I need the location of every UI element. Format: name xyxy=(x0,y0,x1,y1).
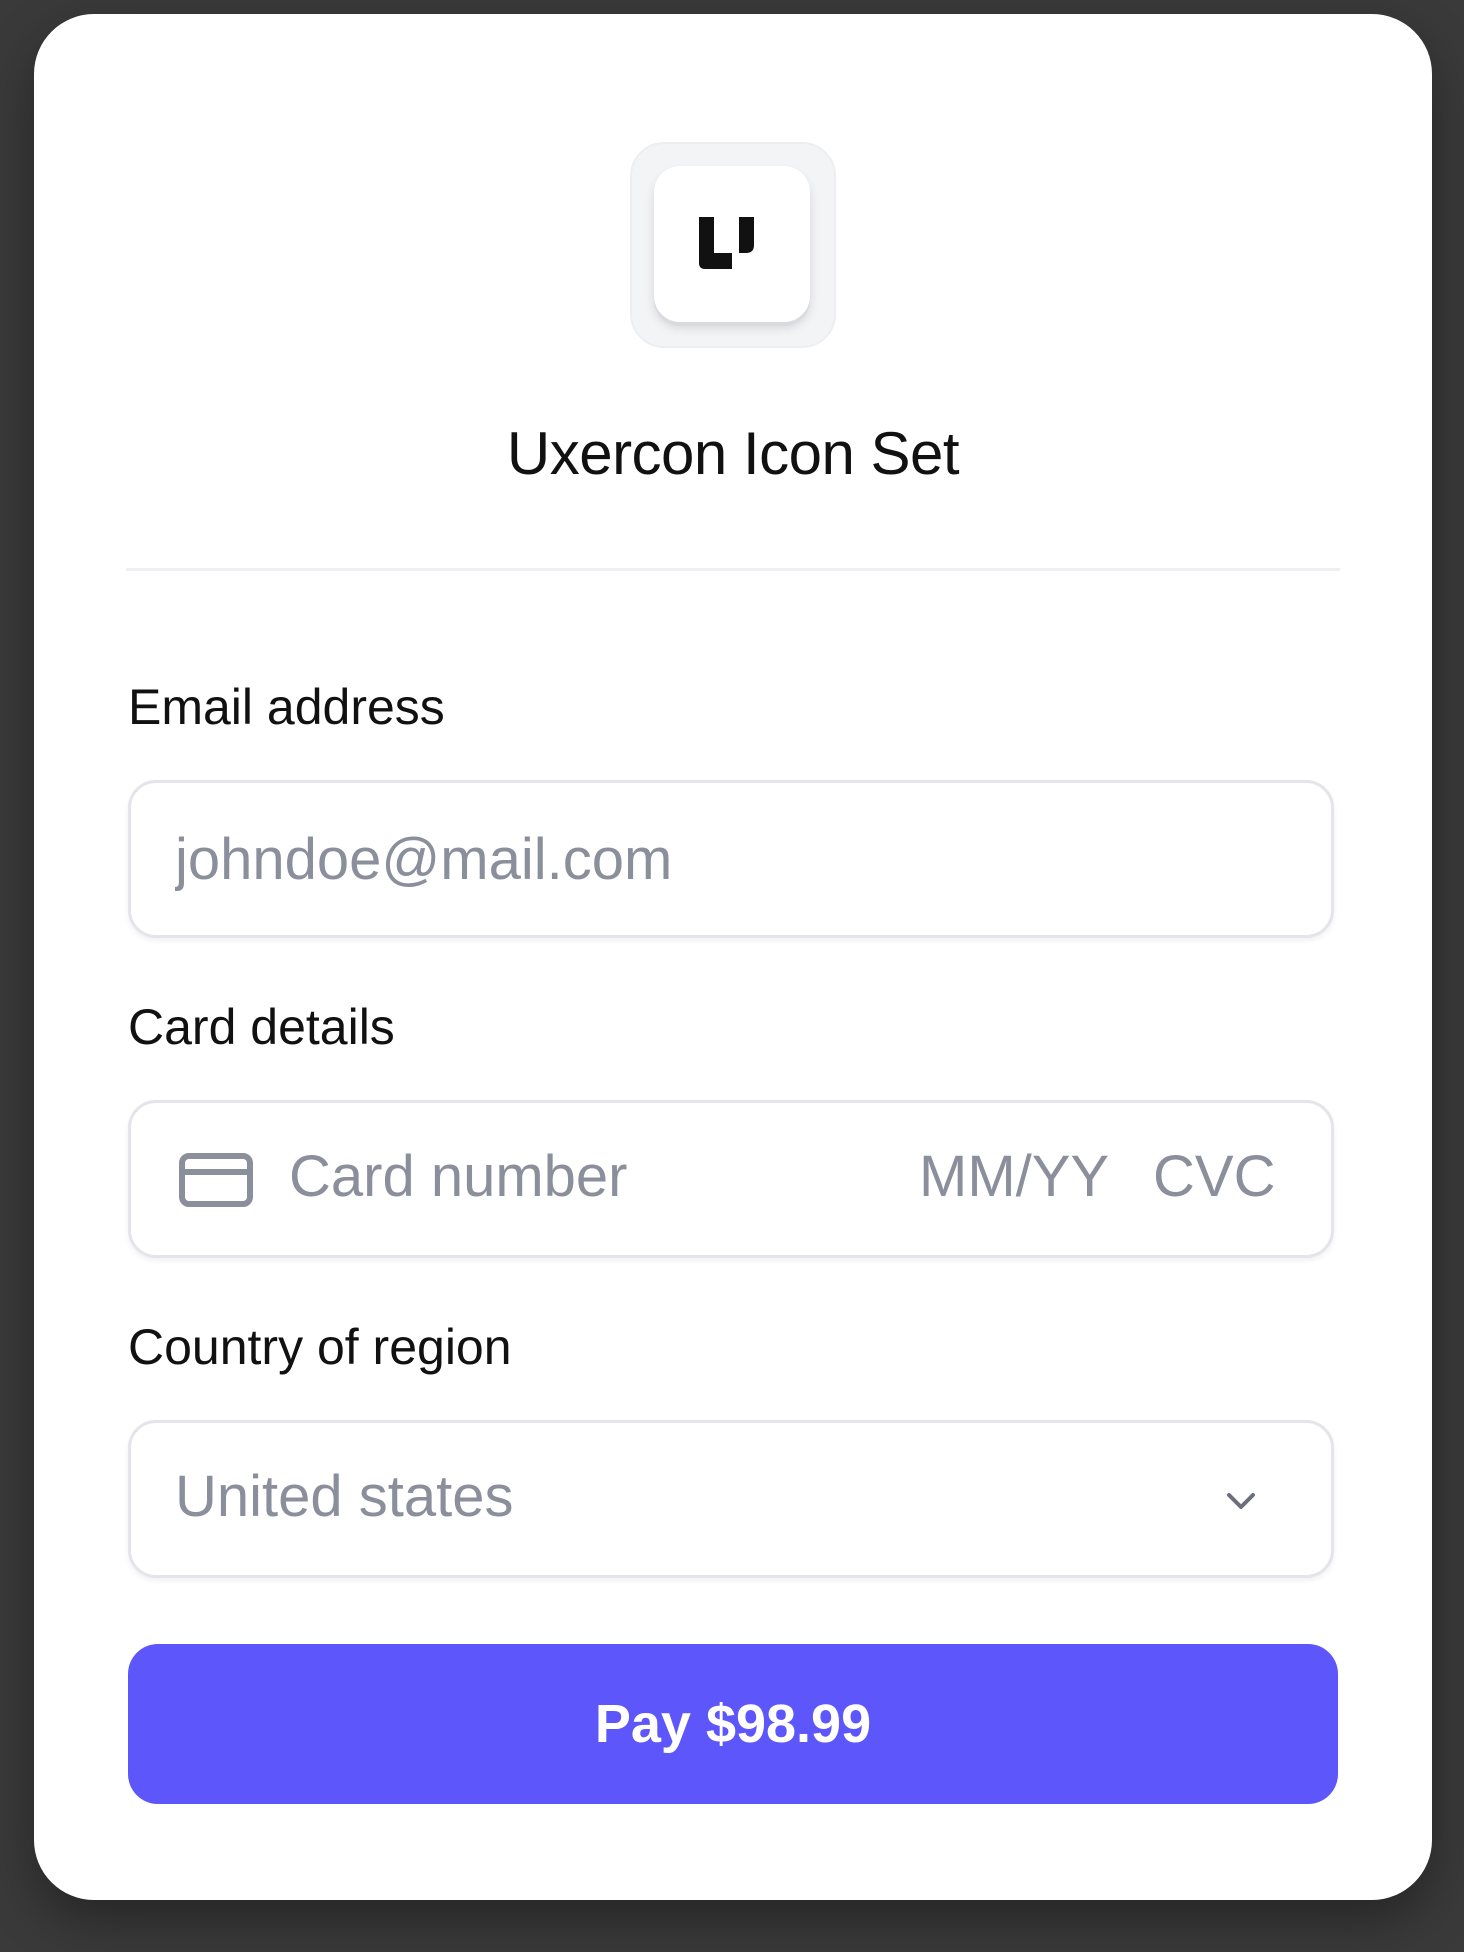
app-title: Uxercon Icon Set xyxy=(506,420,960,487)
email-label: Email address xyxy=(128,679,445,735)
email-field-container xyxy=(128,780,1334,938)
country-label: Country of region xyxy=(128,1319,512,1375)
uxercon-logo-icon xyxy=(699,217,754,269)
email-input[interactable] xyxy=(131,783,1331,935)
card-details-field: Card number MM/YY CVC xyxy=(128,1100,1334,1258)
app-logo xyxy=(630,142,836,348)
divider xyxy=(126,568,1340,571)
pay-button[interactable]: Pay $98.99 xyxy=(128,1644,1338,1804)
credit-card-icon xyxy=(179,1153,253,1207)
card-number-input[interactable]: Card number xyxy=(289,1143,627,1210)
country-select[interactable]: United states xyxy=(128,1420,1334,1578)
card-expiry-input[interactable]: MM/YY xyxy=(919,1143,1109,1210)
country-selected-value: United states xyxy=(175,1464,514,1529)
app-logo-tile xyxy=(654,166,810,322)
checkout-card: Uxercon Icon Set Email address Card deta… xyxy=(34,14,1432,1900)
chevron-down-icon xyxy=(1227,1493,1255,1509)
card-cvc-input[interactable]: CVC xyxy=(1153,1143,1275,1210)
card-details-label: Card details xyxy=(128,999,395,1055)
